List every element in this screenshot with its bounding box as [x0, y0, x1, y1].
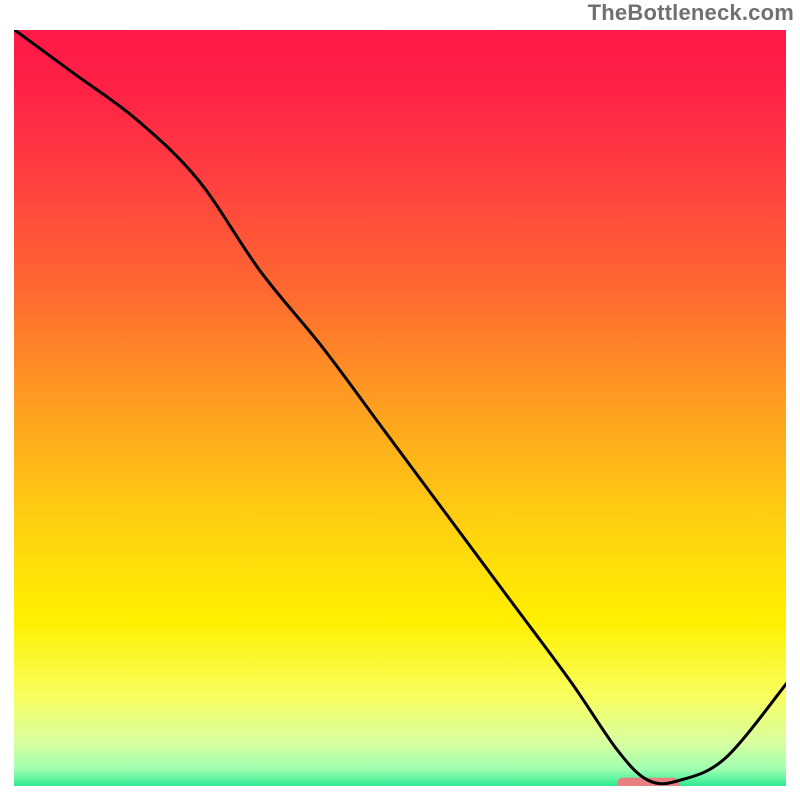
bottleneck-chart: [12, 28, 788, 788]
bottleneck-chart-container: TheBottleneck.com: [0, 0, 800, 800]
watermark-text: TheBottleneck.com: [588, 0, 794, 26]
plot-background: [12, 28, 788, 788]
